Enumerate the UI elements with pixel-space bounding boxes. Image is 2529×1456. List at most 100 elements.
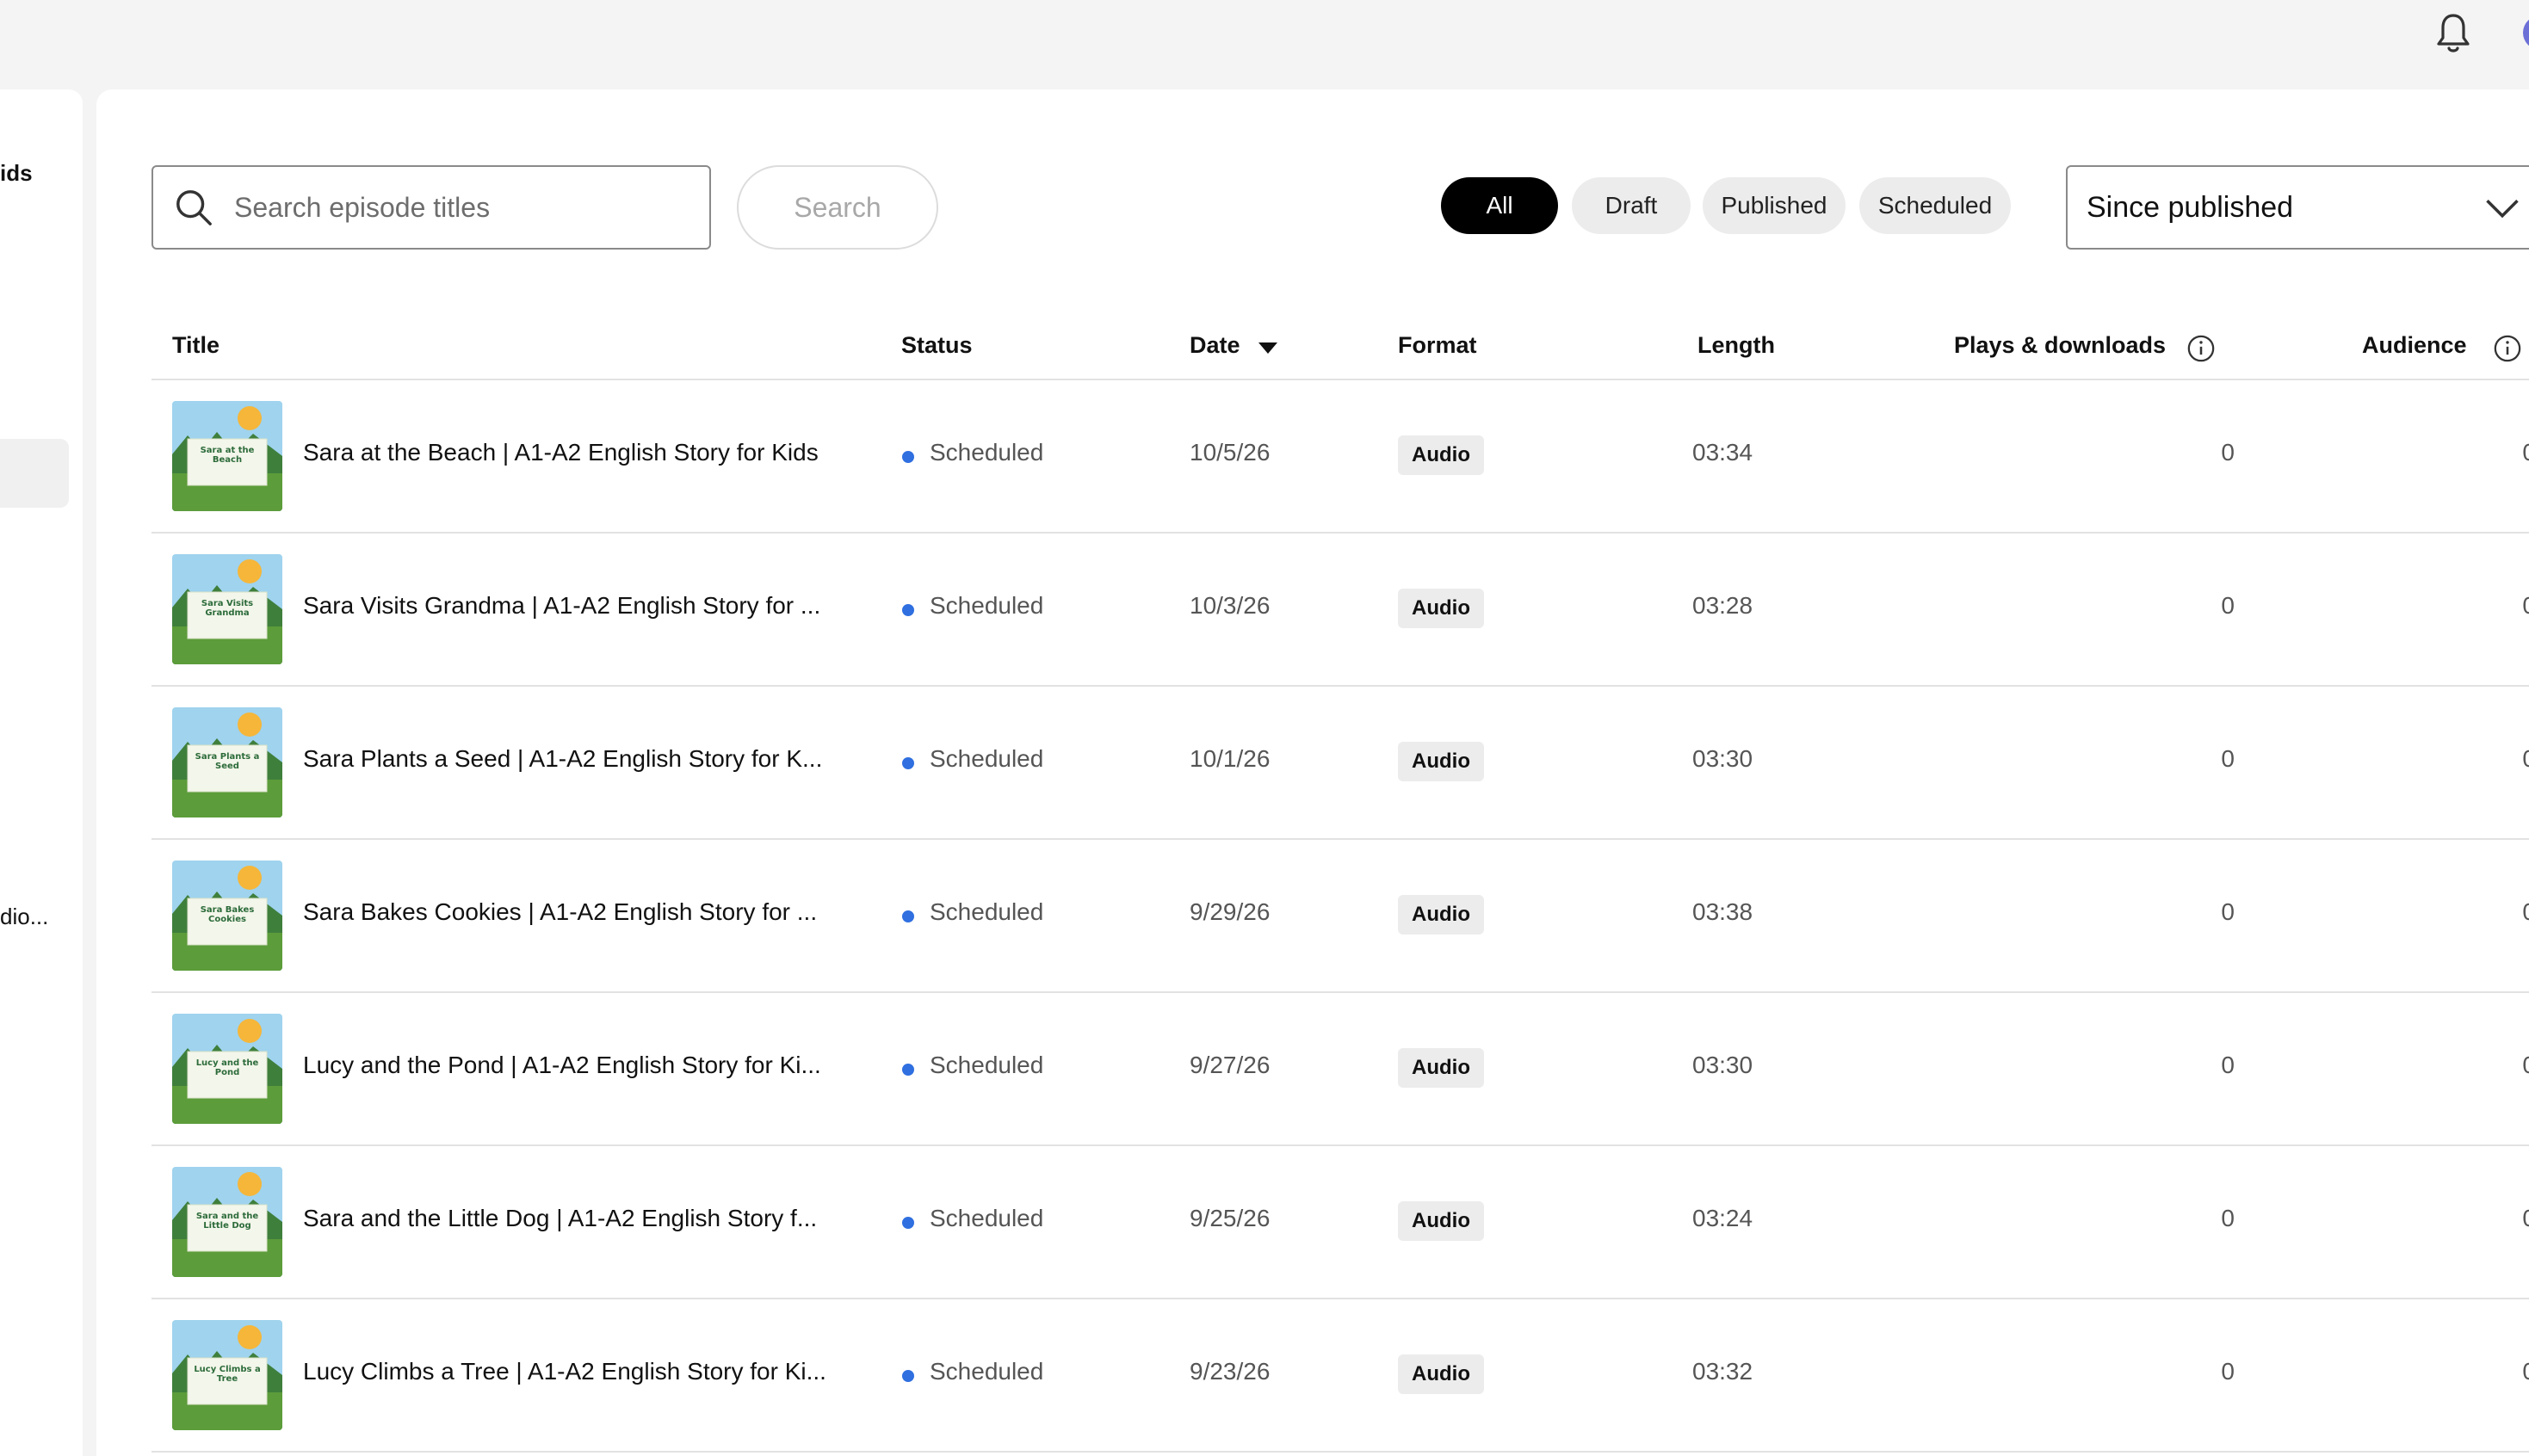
- status-text: Scheduled: [930, 745, 1044, 772]
- column-audience[interactable]: Audience: [2362, 332, 2467, 359]
- audience-cell: 0: [2501, 439, 2529, 466]
- plays-cell: 0: [2221, 592, 2235, 619]
- status-dot: [902, 604, 914, 616]
- status-text: Scheduled: [930, 1358, 1044, 1385]
- sidebar-item-label[interactable]: dio...: [0, 904, 48, 930]
- sidebar-item-label[interactable]: ids: [0, 160, 33, 187]
- top-bar: [0, 0, 2529, 89]
- sidebar: ids dio...: [0, 89, 83, 1456]
- episode-thumbnail[interactable]: Lucy and the Pond: [172, 1014, 282, 1124]
- table-row[interactable]: Sara Plants a Seed Sara Plants a Seed | …: [151, 687, 2529, 840]
- format-badge: Audio: [1398, 1048, 1484, 1088]
- date-cell: 10/5/26: [1190, 439, 1271, 466]
- column-date[interactable]: Date: [1190, 332, 1240, 359]
- episode-thumbnail[interactable]: Lucy Climbs a Tree: [172, 1320, 282, 1430]
- bell-icon[interactable]: [2433, 12, 2474, 57]
- filter-all[interactable]: All: [1441, 177, 1558, 234]
- table-header: Title Status Date Format Length Plays & …: [96, 324, 2529, 379]
- episode-thumbnail[interactable]: Sara Visits Grandma: [172, 554, 282, 664]
- format-badge: Audio: [1398, 742, 1484, 781]
- info-icon[interactable]: [2493, 334, 2522, 363]
- column-format[interactable]: Format: [1398, 332, 1477, 359]
- episode-artwork: Sara Plants a Seed: [172, 707, 282, 817]
- search-input[interactable]: [234, 191, 682, 224]
- episode-thumbnail[interactable]: Sara and the Little Dog: [172, 1167, 282, 1277]
- table-row[interactable]: Sara at the Beach Sara at the Beach | A1…: [151, 380, 2529, 534]
- plays-cell: 0: [2221, 745, 2235, 772]
- length-cell: 03:30: [1692, 1052, 1753, 1078]
- status-dot: [902, 1217, 914, 1229]
- episode-title[interactable]: Lucy and the Pond | A1-A2 English Story …: [303, 1052, 837, 1079]
- format-badge: Audio: [1398, 589, 1484, 628]
- status-text: Scheduled: [930, 1052, 1044, 1078]
- thumbnail-title: Lucy Climbs a Tree: [194, 1365, 261, 1384]
- plays-cell: 0: [2221, 1052, 2235, 1078]
- episode-title[interactable]: Sara Plants a Seed | A1-A2 English Story…: [303, 745, 837, 773]
- table-row[interactable]: Sara and the Little Dog Sara and the Lit…: [151, 1146, 2529, 1299]
- thumbnail-title: Sara Visits Grandma: [201, 599, 254, 618]
- filter-scheduled[interactable]: Scheduled: [1859, 177, 2011, 234]
- table-row[interactable]: Lucy and the Pond Lucy and the Pond | A1…: [151, 993, 2529, 1146]
- range-select-value: Since published: [2087, 190, 2294, 224]
- plays-cell: 0: [2221, 439, 2235, 466]
- thumbnail-title: Sara Bakes Cookies: [200, 905, 255, 924]
- episode-title[interactable]: Lucy Climbs a Tree | A1-A2 English Story…: [303, 1358, 837, 1385]
- status-text: Scheduled: [930, 592, 1044, 619]
- episode-artwork: Sara Bakes Cookies: [172, 861, 282, 971]
- audience-cell: 0: [2501, 1205, 2529, 1232]
- status-dot: [902, 910, 914, 922]
- episode-title[interactable]: Sara at the Beach | A1-A2 English Story …: [303, 439, 837, 466]
- status-text: Scheduled: [930, 1205, 1044, 1231]
- filter-draft[interactable]: Draft: [1572, 177, 1691, 234]
- chevron-down-icon: [2486, 200, 2519, 219]
- audience-cell: 0: [2501, 1358, 2529, 1385]
- table-row[interactable]: Sara Visits Grandma Sara Visits Grandma …: [151, 534, 2529, 687]
- range-select[interactable]: Since published: [2066, 165, 2529, 250]
- date-cell: 10/3/26: [1190, 592, 1271, 619]
- audience-cell: 0: [2501, 592, 2529, 620]
- status-text: Scheduled: [930, 898, 1044, 925]
- audience-cell: 0: [2501, 745, 2529, 773]
- length-cell: 03:34: [1692, 439, 1753, 466]
- status-dot: [902, 1370, 914, 1382]
- plays-cell: 0: [2221, 898, 2235, 925]
- status-dot: [902, 757, 914, 769]
- episode-thumbnail[interactable]: Sara at the Beach: [172, 401, 282, 511]
- episode-artwork: Lucy Climbs a Tree: [172, 1320, 282, 1430]
- sort-desc-icon[interactable]: [1258, 342, 1277, 354]
- search-icon: [176, 190, 212, 225]
- date-cell: 9/29/26: [1190, 898, 1271, 925]
- date-cell: 10/1/26: [1190, 745, 1271, 772]
- column-length[interactable]: Length: [1697, 332, 1775, 359]
- episode-title[interactable]: Sara and the Little Dog | A1-A2 English …: [303, 1205, 837, 1232]
- episodes-panel: Search All Draft Published Scheduled Sin…: [96, 89, 2529, 1456]
- audience-cell: 0: [2501, 1052, 2529, 1079]
- episode-title[interactable]: Sara Bakes Cookies | A1-A2 English Story…: [303, 898, 837, 926]
- date-cell: 9/27/26: [1190, 1052, 1271, 1078]
- info-icon[interactable]: [2186, 334, 2216, 363]
- thumbnail-title: Lucy and the Pond: [195, 1058, 259, 1077]
- search-field[interactable]: [151, 165, 711, 250]
- thumbnail-title: Sara Plants a Seed: [195, 752, 260, 771]
- episode-thumbnail[interactable]: Sara Bakes Cookies: [172, 861, 282, 971]
- column-plays[interactable]: Plays & downloads: [1954, 332, 2166, 359]
- episode-thumbnail[interactable]: Sara Plants a Seed: [172, 707, 282, 817]
- filter-published[interactable]: Published: [1703, 177, 1846, 234]
- table-row[interactable]: Sara Bakes Cookies Sara Bakes Cookies | …: [151, 840, 2529, 993]
- search-button[interactable]: Search: [737, 165, 938, 250]
- status-dot: [902, 451, 914, 463]
- avatar[interactable]: [2523, 15, 2529, 50]
- episode-artwork: Lucy and the Pond: [172, 1014, 282, 1124]
- date-cell: 9/23/26: [1190, 1358, 1271, 1385]
- table-row[interactable]: Lucy Climbs a Tree Lucy Climbs a Tree | …: [151, 1299, 2529, 1453]
- episode-title[interactable]: Sara Visits Grandma | A1-A2 English Stor…: [303, 592, 837, 620]
- episode-artwork: Sara Visits Grandma: [172, 554, 282, 664]
- length-cell: 03:30: [1692, 745, 1753, 772]
- column-title[interactable]: Title: [172, 332, 220, 359]
- sidebar-item-active[interactable]: [0, 439, 69, 508]
- date-cell: 9/25/26: [1190, 1205, 1271, 1231]
- audience-cell: 0: [2501, 898, 2529, 926]
- column-status[interactable]: Status: [901, 332, 973, 359]
- status-dot: [902, 1064, 914, 1076]
- thumbnail-title: Sara and the Little Dog: [195, 1212, 259, 1231]
